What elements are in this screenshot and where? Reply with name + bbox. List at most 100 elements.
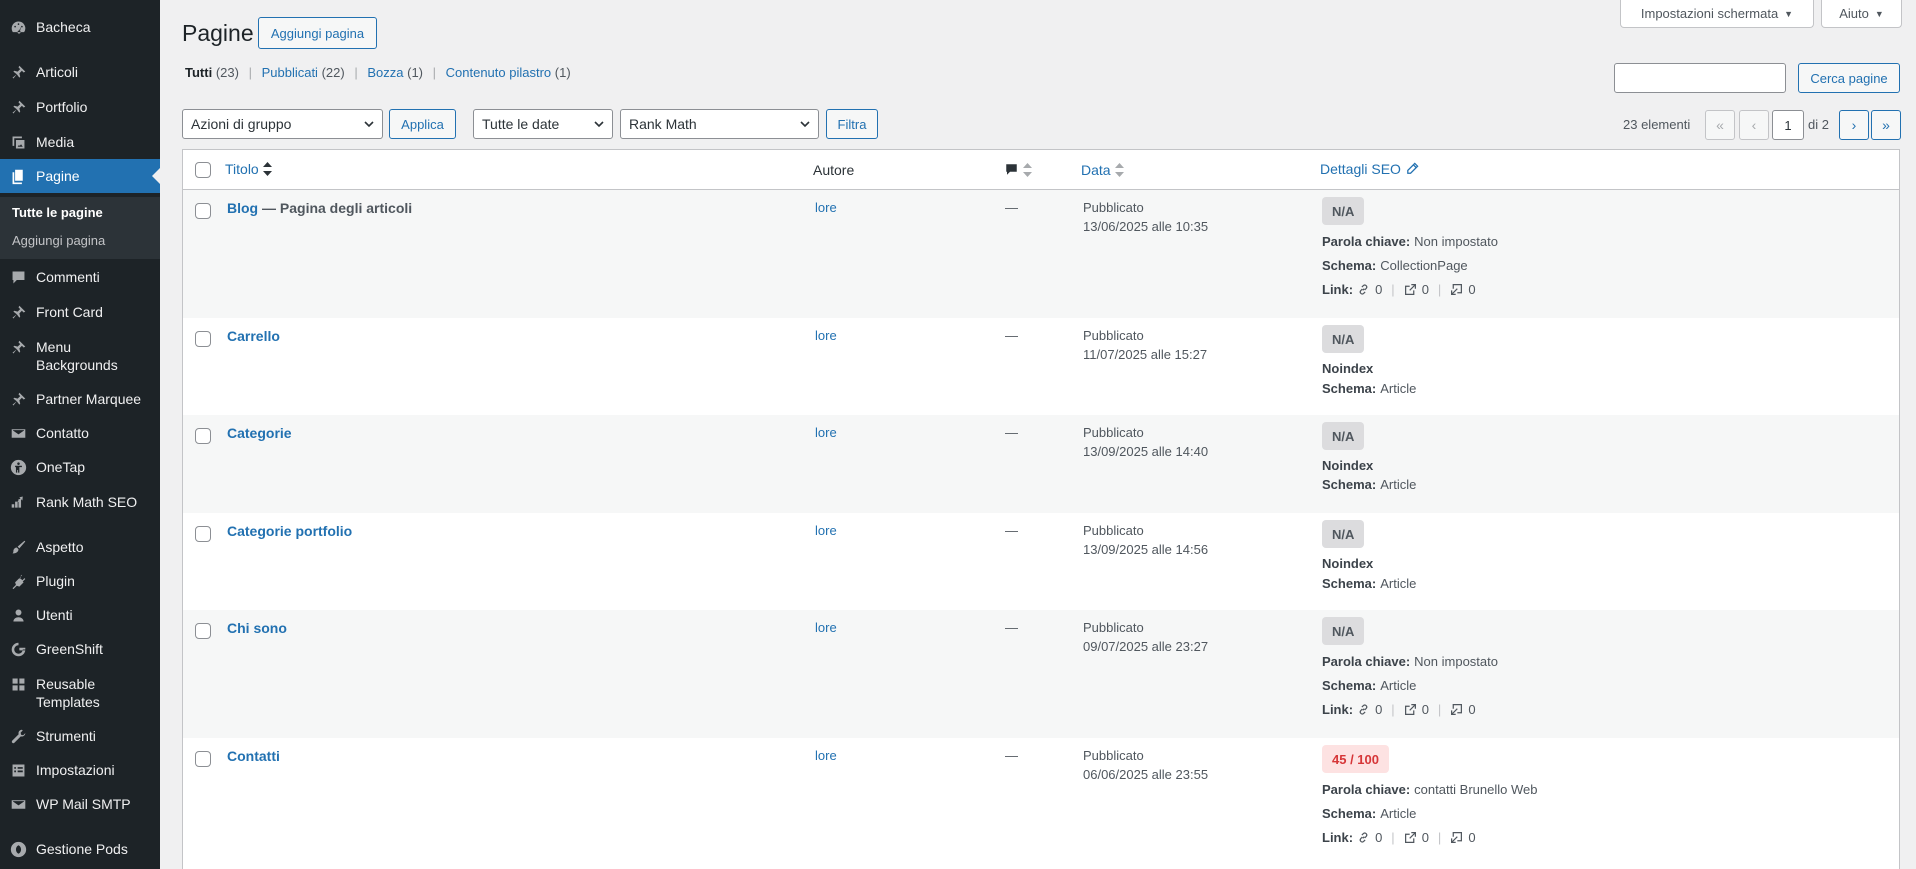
prev-page-button[interactable]: ‹	[1739, 110, 1769, 140]
page-title-link[interactable]: Contatti	[227, 748, 280, 764]
view-cornerstone[interactable]: Contenuto pilastro	[446, 65, 552, 80]
seo-filter-value: Rank Math	[629, 116, 697, 132]
next-page-button[interactable]: ›	[1839, 110, 1869, 140]
select-all-checkbox[interactable]	[195, 162, 211, 178]
total-pages: di 2	[1808, 117, 1829, 132]
add-page-button[interactable]: Aggiungi pagina	[258, 17, 377, 49]
seo-score-badge: N/A	[1322, 325, 1365, 353]
row-checkbox[interactable]	[195, 331, 211, 347]
seo-keyword-label: Parola chiave:	[1322, 234, 1411, 249]
comments-count: —	[1005, 748, 1018, 763]
seo-links: Link: 0 | 0 | 0	[1322, 282, 1476, 297]
post-status: Pubblicato	[1083, 328, 1144, 343]
view-draft[interactable]: Bozza	[367, 65, 403, 80]
date-cell: Pubblicato 09/07/2025 alle 23:27	[1083, 618, 1208, 656]
view-published[interactable]: Pubblicati	[262, 65, 318, 80]
sidebar-item-label: Gestione Pods	[36, 841, 128, 857]
external-links-count: 0	[1421, 830, 1429, 845]
link-separator: |	[1437, 830, 1442, 845]
dashboard-icon	[9, 18, 27, 36]
first-page-button[interactable]: «	[1705, 110, 1735, 140]
author-link[interactable]: lore	[815, 425, 837, 440]
row-checkbox[interactable]	[195, 751, 211, 767]
status-views: Tutti (23) | Pubblicati (22) | Bozza (1)…	[185, 65, 571, 80]
author-link[interactable]: lore	[815, 328, 837, 343]
seo-schema-label: Schema:	[1322, 258, 1377, 273]
internal-links-count: 0	[1375, 702, 1383, 717]
seo-filter-select[interactable]: Rank Math	[620, 109, 819, 139]
sidebar-item-pagine[interactable]: Pagine	[0, 159, 160, 193]
view-separator: |	[354, 65, 358, 80]
seo-links: Link: 0 | 0 | 0	[1322, 702, 1476, 717]
search-input[interactable]	[1614, 63, 1786, 93]
seo-keyword: Parola chiave: contatti Brunello Web	[1322, 782, 1538, 797]
incoming-links-count: 0	[1468, 702, 1476, 717]
post-status: Pubblicato	[1083, 748, 1144, 763]
date-cell: Pubblicato 06/06/2025 alle 23:55	[1083, 746, 1208, 784]
page-title-link[interactable]: Categorie	[227, 425, 292, 441]
column-seo-details[interactable]: Dettagli SEO	[1320, 161, 1419, 177]
column-comments[interactable]	[1004, 162, 1032, 177]
date-cell: Pubblicato 11/07/2025 alle 15:27	[1083, 326, 1207, 364]
row-title-text: Chi sono	[227, 620, 287, 636]
comments-count: —	[1005, 620, 1018, 635]
page-title-link[interactable]: Blog — Pagina degli articoli	[227, 200, 412, 216]
seo-keyword-value: contatti Brunello Web	[1414, 782, 1538, 797]
comments-count: —	[1005, 200, 1018, 215]
submenu-item-tutte-le-pagine[interactable]: Tutte le pagine	[12, 205, 103, 220]
row-checkbox[interactable]	[195, 623, 211, 639]
search-pages-button[interactable]: Cerca pagine	[1798, 63, 1900, 93]
sidebar-item-label: Bacheca	[36, 19, 91, 35]
author-link[interactable]: lore	[815, 620, 837, 635]
post-status: Pubblicato	[1083, 620, 1144, 635]
column-date[interactable]: Data	[1081, 162, 1124, 178]
column-title-label: Titolo	[225, 161, 259, 177]
sidebar-item-label: Reusable Templates	[36, 676, 100, 710]
chevron-down-icon	[800, 121, 810, 128]
incoming-link-icon	[1450, 831, 1463, 844]
sidebar-item-label: Pagine	[36, 168, 80, 184]
seo-schema-value: Article	[1380, 381, 1417, 396]
date-cell: Pubblicato 13/09/2025 alle 14:40	[1083, 423, 1208, 461]
row-title-text: Carrello	[227, 328, 280, 344]
seo-noindex-label: Noindex	[1322, 361, 1374, 376]
internal-link-icon	[1357, 831, 1370, 844]
view-all[interactable]: Tutti	[185, 65, 212, 80]
settings-icon	[9, 761, 27, 779]
wrench-icon	[9, 727, 27, 745]
current-page-input[interactable]: 1	[1772, 110, 1804, 140]
sidebar-item-label: Commenti	[36, 269, 100, 285]
row-checkbox[interactable]	[195, 203, 211, 219]
column-title[interactable]: Titolo	[225, 161, 272, 177]
seo-keyword-label: Parola chiave:	[1322, 782, 1411, 797]
column-seo-label: Dettagli SEO	[1320, 161, 1401, 177]
author-link[interactable]: lore	[815, 523, 837, 538]
apply-button[interactable]: Applica	[389, 109, 456, 139]
screen-options-tab[interactable]: Impostazioni schermata ▼	[1620, 0, 1814, 28]
page-title-link[interactable]: Carrello	[227, 328, 280, 344]
incoming-links-count: 0	[1468, 282, 1476, 297]
date-filter-select[interactable]: Tutte le date	[473, 109, 613, 139]
filter-button[interactable]: Filtra	[826, 109, 878, 139]
author-link[interactable]: lore	[815, 748, 837, 763]
submenu-item-aggiungi-pagina[interactable]: Aggiungi pagina	[12, 233, 105, 248]
author-link[interactable]: lore	[815, 200, 837, 215]
row-checkbox[interactable]	[195, 428, 211, 444]
last-page-button[interactable]: »	[1871, 110, 1901, 140]
link-separator: |	[1391, 702, 1395, 717]
page-title-link[interactable]: Chi sono	[227, 620, 287, 636]
seo-noindex: Noindex	[1322, 556, 1377, 571]
row-checkbox[interactable]	[195, 526, 211, 542]
sidebar-submenu: Tutte le pagine Aggiungi pagina	[0, 197, 160, 259]
seo-schema-value: Article	[1380, 477, 1417, 492]
row-title-text: Categorie portfolio	[227, 523, 353, 539]
bulk-actions-select[interactable]: Azioni di gruppo	[182, 109, 383, 139]
greenshift-icon	[9, 640, 27, 658]
pages-icon	[9, 167, 27, 185]
page-title-link[interactable]: Categorie portfolio	[227, 523, 352, 539]
help-tab[interactable]: Aiuto ▼	[1821, 0, 1902, 28]
post-date: 13/09/2025 alle 14:56	[1083, 542, 1209, 557]
admin-sidebar: Bacheca Articoli Portfolio Media Pagine …	[0, 0, 160, 869]
view-count: (1)	[554, 65, 571, 80]
sidebar-item-label: Portfolio	[36, 99, 88, 115]
